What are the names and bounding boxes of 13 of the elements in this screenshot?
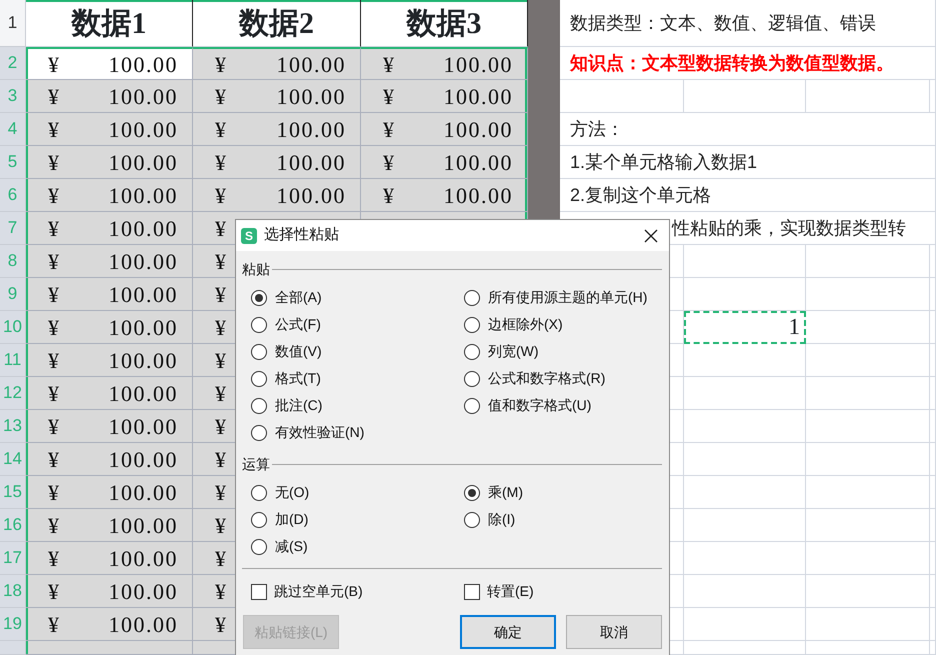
- column-title: 数据2: [193, 0, 361, 47]
- note-text: 知识点：文本型数据转换为数值型数据。: [570, 52, 894, 74]
- group-label: 运算: [242, 454, 270, 474]
- note-text: 1.某个单元格输入数据1: [570, 150, 758, 174]
- note-text: 方法：: [570, 118, 624, 140]
- group-label: 粘贴: [242, 260, 270, 278]
- note-text: 数据类型：文本、数值、逻辑值、错误: [570, 12, 876, 34]
- column-title: 数据3: [361, 0, 528, 47]
- note-text: 性粘贴的乘，实现数据类型转: [672, 216, 906, 240]
- window-title: 选择性粘贴: [264, 225, 339, 246]
- app-logo: S: [241, 228, 257, 244]
- column-title: 数据1: [26, 0, 193, 47]
- note-text: 2.复制这个单元格: [570, 184, 712, 206]
